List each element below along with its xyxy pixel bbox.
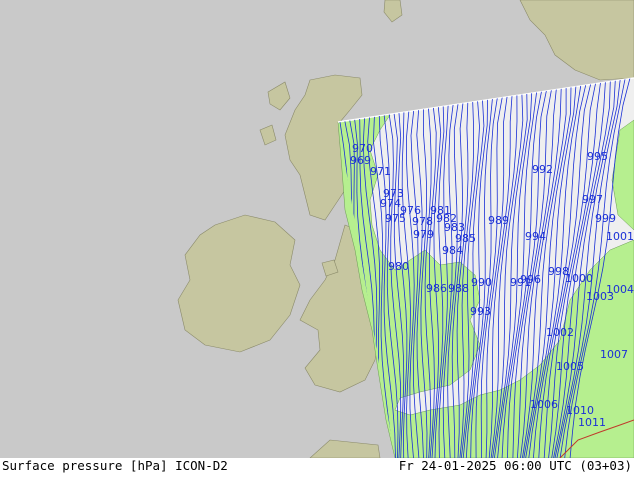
isobar-label: 995: [587, 150, 608, 163]
isobar-label: 1011: [578, 416, 606, 429]
isobar-label: 1000: [565, 272, 593, 285]
isobar-label: 980: [388, 260, 409, 273]
isobar-label: 997: [582, 193, 603, 206]
isobar-label: 1006: [530, 398, 558, 411]
product-name: Surface pressure [hPa]: [2, 458, 168, 473]
isobar-label: 1001: [606, 230, 634, 243]
isobar-label: 1007: [600, 348, 628, 361]
isobar-label: 1005: [556, 360, 584, 373]
map-footer: Surface pressure [hPa] ICON-D2 Fr 24-01-…: [0, 458, 634, 490]
isobar-label: 982: [436, 212, 457, 225]
isobar-label: 999: [595, 212, 616, 225]
isobar-label: 994: [525, 230, 546, 243]
isobar-label: 990: [471, 276, 492, 289]
isobar-label: 984: [442, 244, 463, 257]
isobar-label: 979: [413, 228, 434, 241]
isobar-label: 992: [532, 163, 553, 176]
isobar-label: 989: [488, 214, 509, 227]
isobar-label: 1002: [546, 326, 574, 339]
model-name: ICON-D2: [175, 458, 228, 473]
pressure-map: 970 969 971 973 974 975 976 978 979 981 …: [0, 0, 634, 459]
product-caption: Surface pressure [hPa] ICON-D2: [2, 458, 228, 473]
valid-time: Fr 24-01-2025 06:00 UTC (03+03): [398, 458, 632, 473]
isobar-label: 971: [370, 165, 391, 178]
isobar-label: 974: [380, 197, 401, 210]
isobar-label: 988: [448, 282, 469, 295]
isobar-label: 993: [470, 305, 491, 318]
isobar-label: 996: [520, 273, 541, 286]
isobar-label: 969: [350, 154, 371, 167]
isobar-label: 986: [426, 282, 447, 295]
map-canvas: 970 969 971 973 974 975 976 978 979 981 …: [0, 0, 634, 459]
isobar-label: 1004: [606, 283, 634, 296]
